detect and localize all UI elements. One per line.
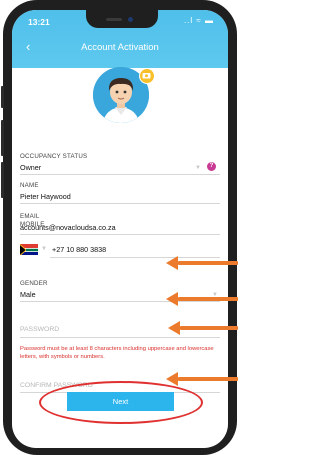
- occupancy-status-underline: [20, 174, 220, 175]
- page-title: Account Activation: [81, 42, 159, 53]
- mobile-field[interactable]: +27 10 880 3838: [52, 245, 106, 254]
- chevron-down-icon: ▼: [195, 165, 201, 171]
- password-field[interactable]: PASSWORD: [20, 326, 59, 333]
- annotation-arrow-head: [168, 321, 180, 335]
- email-underline: [20, 234, 220, 235]
- annotation-arrow-gender: [178, 297, 238, 301]
- mobile-label: MOBILE: [20, 221, 45, 228]
- status-time: 13:21: [28, 17, 50, 27]
- camera-icon[interactable]: [139, 68, 155, 84]
- annotation-arrow-confirm-password: [178, 377, 238, 381]
- name-underline: [20, 203, 220, 204]
- occupancy-status-label: OCCUPANCY STATUS: [20, 153, 88, 160]
- annotation-arrow-password: [180, 326, 238, 330]
- password-error-message: Password must be at least 8 characters i…: [20, 346, 214, 360]
- email-label: EMAIL: [20, 213, 40, 220]
- occupancy-status-select[interactable]: Owner: [20, 163, 41, 172]
- password-underline: [20, 337, 220, 338]
- name-field[interactable]: Pieter Haywood: [20, 192, 71, 201]
- chevron-down-icon: ▼: [41, 246, 47, 252]
- annotation-arrow-mobile: [178, 261, 238, 265]
- mute-switch: [1, 86, 4, 108]
- front-camera: [128, 17, 133, 22]
- status-icons: ..l ≈ ▬: [183, 16, 214, 25]
- phone-notch: [86, 10, 158, 28]
- south-africa-flag-icon[interactable]: [20, 243, 38, 255]
- gender-underline: [20, 301, 220, 302]
- annotation-arrow-head: [166, 256, 178, 270]
- volume-down-button: [1, 162, 4, 198]
- gender-select[interactable]: Male: [20, 290, 36, 299]
- help-icon[interactable]: ?: [207, 162, 216, 171]
- annotation-ellipse-next: [39, 381, 203, 424]
- name-label: NAME: [20, 182, 39, 189]
- speaker-grille: [106, 18, 122, 21]
- annotation-arrow-head: [166, 292, 178, 306]
- mobile-underline: [50, 257, 220, 258]
- volume-up-button: [1, 120, 4, 156]
- gender-label: GENDER: [20, 280, 48, 287]
